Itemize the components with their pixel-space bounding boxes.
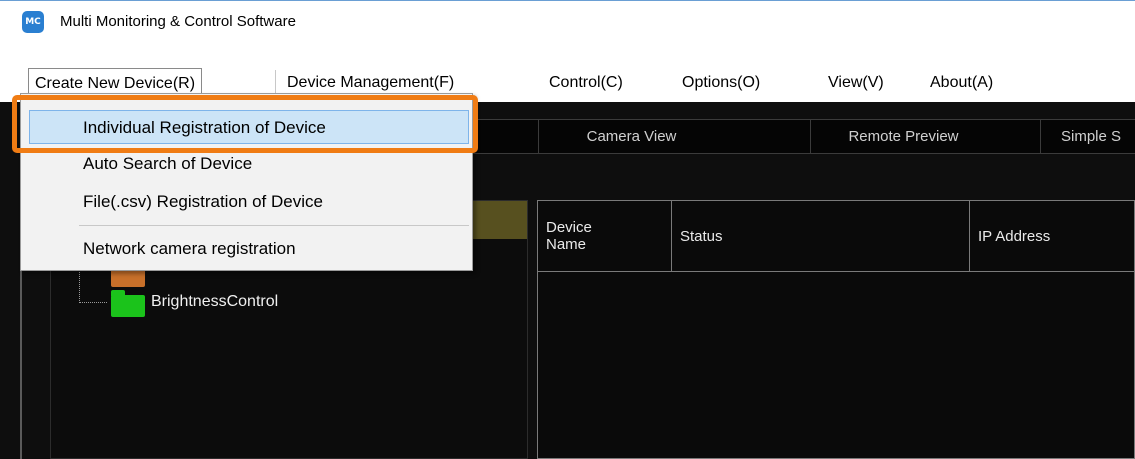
- column-ip-address[interactable]: IP Address: [970, 201, 1134, 271]
- title-bar: MC Multi Monitoring & Control Software: [0, 0, 1135, 40]
- menu-view[interactable]: View(V): [828, 74, 884, 92]
- menu-about[interactable]: About(A): [930, 74, 993, 92]
- window-title: Multi Monitoring & Control Software: [60, 13, 296, 30]
- menu-item-file-csv-registration[interactable]: File(.csv) Registration of Device: [21, 185, 472, 219]
- menu-options[interactable]: Options(O): [682, 74, 760, 92]
- tab-simple[interactable]: Simple S: [1040, 120, 1135, 153]
- menu-control[interactable]: Control(C): [549, 74, 623, 92]
- tab-camera-view[interactable]: Camera View: [538, 120, 724, 153]
- column-device-name[interactable]: Device Name: [538, 201, 672, 271]
- tree-item-brightness-control[interactable]: BrightnessControl: [151, 293, 278, 311]
- tree-connector: [79, 302, 107, 303]
- grid-header: Device Name Status IP Address: [538, 201, 1134, 272]
- menu-device-management[interactable]: Device Management(F): [287, 74, 454, 92]
- tab-remote-preview[interactable]: Remote Preview: [810, 120, 996, 153]
- app-logo-icon: MC: [22, 11, 44, 33]
- column-status[interactable]: Status: [672, 201, 970, 271]
- folder-icon: [111, 290, 145, 317]
- menu-separator: [79, 225, 469, 226]
- highlight-outline: [12, 95, 478, 153]
- menu-item-network-camera-registration[interactable]: Network camera registration: [21, 232, 472, 266]
- device-list-grid: Device Name Status IP Address: [537, 200, 1135, 459]
